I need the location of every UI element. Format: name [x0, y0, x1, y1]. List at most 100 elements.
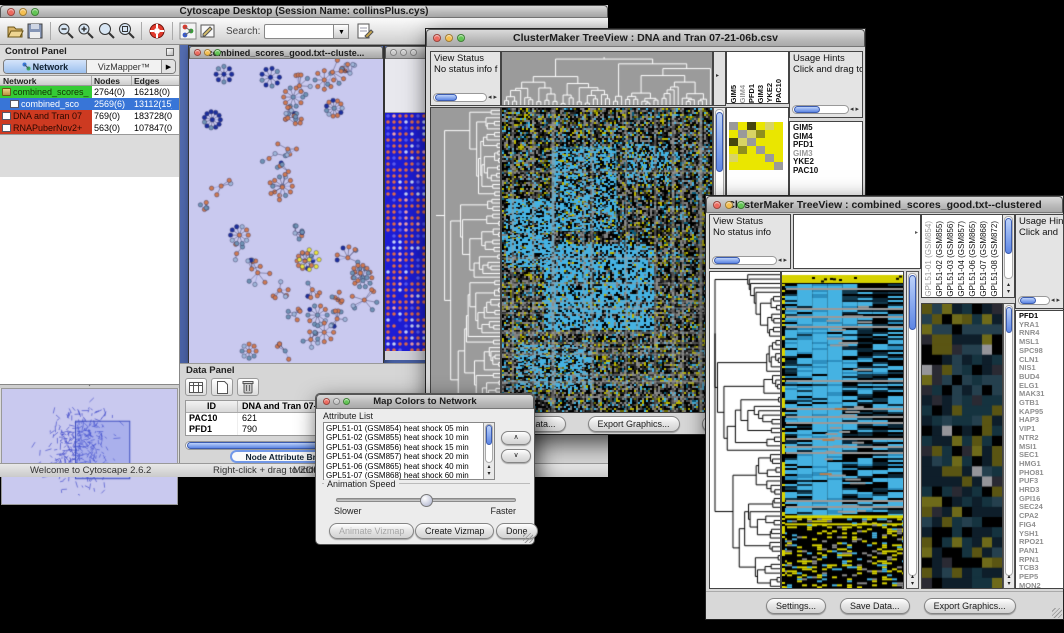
slider-handle[interactable]	[420, 494, 433, 507]
column-label[interactable]: GPL51-08 (GSM872)	[990, 221, 1001, 297]
column-label[interactable]: GPL51-04 (GSM857)	[957, 221, 968, 297]
main-titlebar[interactable]: Cytoscape Desktop (Session Name: collins…	[0, 5, 608, 18]
column-label[interactable]: GPL51-01 (GSM854)	[924, 221, 935, 297]
zoom-window-button[interactable]	[31, 8, 39, 16]
zoom-out-icon[interactable]	[56, 21, 76, 41]
birdseye-view[interactable]	[1, 388, 178, 505]
column-labels-vscrollbar[interactable]: ▴▾	[1002, 215, 1014, 297]
tab-overflow-arrow[interactable]: ▶	[162, 60, 175, 73]
heatmap-canvas[interactable]	[501, 107, 713, 413]
close-button[interactable]	[323, 398, 330, 405]
save-session-icon[interactable]	[25, 21, 45, 41]
column-label[interactable]: YKE2	[765, 83, 774, 103]
network-row[interactable]: RNAPuberNov2+ 563(0) 107847(0)	[0, 122, 179, 134]
column-label[interactable]: GIM3	[756, 85, 765, 103]
treeview-action-button[interactable]: Settings...	[766, 598, 826, 614]
move-down-button[interactable]: ∨	[501, 449, 531, 463]
usage-hints-scrollbar[interactable]: ◂▸	[1018, 295, 1061, 306]
attribute-table-icon[interactable]	[185, 378, 207, 396]
usage-hints-panel: Usage Hints Click and drag to ◂▸	[789, 51, 863, 118]
attribute-list-label: Attribute List	[316, 409, 534, 421]
delete-attribute-icon[interactable]	[237, 378, 259, 396]
attribute-list-scrollbar[interactable]: ▴▾	[483, 423, 494, 479]
view-status-panel: View Status No status info ◂▸	[709, 214, 791, 269]
attribute-item[interactable]: GPL51-06 (GSM865) heat shock 40 min	[326, 462, 482, 471]
search-input[interactable]	[264, 24, 334, 39]
attribute-item[interactable]: GPL51-02 (GSM855) heat shock 10 min	[326, 433, 482, 442]
help-icon[interactable]	[147, 21, 167, 41]
search-label: Search:	[226, 26, 260, 37]
heatmap-canvas[interactable]	[781, 271, 904, 589]
attribute-item[interactable]: GPL51-01 (GSM854) heat shock 05 min	[326, 424, 482, 433]
close-button[interactable]	[433, 34, 441, 42]
annotation-icon[interactable]	[198, 21, 218, 41]
attribute-list[interactable]: GPL51-01 (GSM854) heat shock 05 minGPL51…	[323, 422, 495, 480]
column-label[interactable]: GPL51-07 (GSM868)	[979, 221, 990, 297]
animate-vizmap-button[interactable]: Animate Vizmap	[329, 523, 414, 539]
new-attribute-icon[interactable]	[211, 378, 233, 396]
minimize-button[interactable]	[400, 49, 407, 56]
row-label[interactable]: PAC10	[793, 167, 862, 176]
move-up-button[interactable]: ∧	[501, 431, 531, 445]
network-row[interactable]: combined_scores_ 2764(0) 16218(0)	[0, 86, 179, 98]
vizmapper-icon[interactable]	[178, 21, 198, 41]
network-table-header: Network Nodes Edges	[0, 75, 179, 86]
zoom-in-icon[interactable]	[76, 21, 96, 41]
network-row[interactable]: DNA and Tran 07 769(0) 183728(0)	[0, 110, 179, 122]
zoom-heatmap-vscrollbar[interactable]: ▴▾	[1003, 303, 1015, 589]
attribute-item[interactable]: GPL51-04 (GSM857) heat shock 20 min	[326, 452, 482, 461]
column-label[interactable]: PFD1	[747, 84, 756, 103]
minimize-button[interactable]	[445, 34, 453, 42]
zoom-heatmap-canvas[interactable]	[921, 303, 1003, 589]
column-label[interactable]: GIM4	[738, 85, 747, 103]
view-status-scrollbar[interactable]: ◂▸	[712, 255, 788, 266]
heatmap-vscrollbar[interactable]: ▴▾	[906, 271, 919, 589]
open-session-icon[interactable]	[5, 21, 25, 41]
float-panel-icon[interactable]	[166, 48, 174, 56]
close-button[interactable]	[194, 49, 201, 56]
column-label[interactable]: GPL51-02 (GSM855)	[935, 221, 946, 297]
network-row-icon	[2, 112, 11, 120]
close-button[interactable]	[390, 49, 397, 56]
zoom-window-button[interactable]	[343, 398, 350, 405]
zoom-selected-icon[interactable]	[96, 21, 116, 41]
usage-hints-scrollbar[interactable]: ◂▸	[792, 104, 860, 115]
search-dropdown-button[interactable]: ▼	[334, 24, 349, 39]
row-dendrogram[interactable]	[709, 271, 781, 589]
zoom-window-button[interactable]	[410, 49, 417, 56]
network-row[interactable]: combined_sco 2569(6) 13112(15)	[0, 98, 179, 110]
status-welcome: Welcome to Cytoscape 2.6.2	[30, 465, 151, 476]
gene-labels-panel: PFD1YRA1RNR4MSL1SPC98CLN1NIS1BUD4ELG1MAK…	[1015, 310, 1064, 589]
row-dendrogram[interactable]	[430, 107, 501, 413]
slower-label: Slower	[334, 506, 362, 516]
minimize-button[interactable]	[204, 49, 211, 56]
minimize-button[interactable]	[333, 398, 340, 405]
attribute-item[interactable]: GPL51-03 (GSM856) heat shock 15 min	[326, 443, 482, 452]
treeview-action-button[interactable]: Save Data...	[840, 598, 910, 614]
advanced-search-icon[interactable]	[355, 21, 375, 41]
column-label[interactable]: GIM5	[729, 85, 738, 103]
close-button[interactable]	[7, 8, 15, 16]
tab-network[interactable]: Network	[4, 60, 87, 73]
similarity-matrix[interactable]	[729, 122, 783, 170]
minimize-button[interactable]	[19, 8, 27, 16]
network-canvas[interactable]	[189, 59, 383, 363]
treeview-combined-title: ClusterMaker TreeView : combined_scores_…	[707, 199, 1062, 211]
column-label[interactable]: GPL51-06 (GSM865)	[968, 221, 979, 297]
column-dendrogram[interactable]	[501, 51, 713, 106]
zoom-window-button[interactable]	[737, 201, 745, 209]
column-label[interactable]: GPL51-03 (GSM856)	[946, 221, 957, 297]
view-status-scrollbar[interactable]: ◂▸	[433, 92, 498, 103]
gene-label[interactable]: MON2	[1019, 582, 1063, 589]
zoom-window-button[interactable]	[214, 49, 221, 56]
treeview-action-button[interactable]: Export Graphics...	[588, 416, 680, 432]
animation-speed-slider[interactable]	[336, 498, 516, 502]
treeview-action-button[interactable]: Export Graphics...	[924, 598, 1016, 614]
zoom-fit-icon[interactable]	[116, 21, 136, 41]
create-vizmap-button[interactable]: Create Vizmap	[415, 523, 494, 539]
zoom-window-button[interactable]	[457, 34, 465, 42]
tab-vizmapper[interactable]: VizMapper™	[87, 60, 162, 73]
column-label[interactable]: PAC10	[774, 79, 783, 103]
close-button[interactable]	[713, 201, 721, 209]
minimize-button[interactable]	[725, 201, 733, 209]
